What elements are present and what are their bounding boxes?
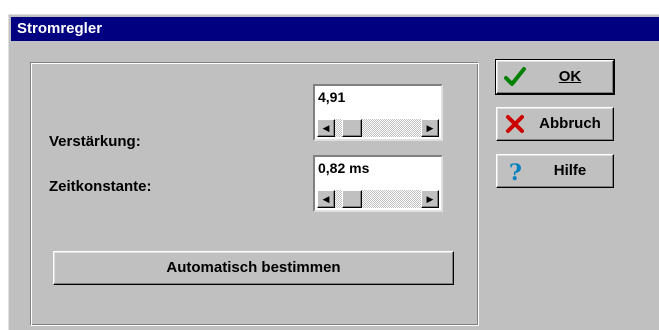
- gain-scrollbar[interactable]: ◀ ▶: [317, 119, 439, 137]
- time-constant-value[interactable]: 0,82 ms: [318, 160, 369, 176]
- ok-button[interactable]: OK: [495, 59, 615, 95]
- ok-label: OK: [558, 68, 582, 85]
- time-constant-field[interactable]: 0,82 ms ◀ ▶: [313, 155, 443, 212]
- time-constant-scroll-thumb[interactable]: [341, 190, 362, 208]
- gain-field[interactable]: 4,91 ◀ ▶: [313, 84, 443, 141]
- time-constant-scrollbar[interactable]: ◀ ▶: [317, 190, 439, 208]
- gain-value[interactable]: 4,91: [318, 89, 345, 105]
- red-x-icon: [506, 115, 524, 133]
- arrow-left-icon[interactable]: ◀: [317, 119, 335, 137]
- time-constant-label: Zeitkonstante:: [49, 178, 152, 195]
- arrow-right-icon[interactable]: ▶: [421, 119, 439, 137]
- svg-text:?: ?: [509, 160, 522, 183]
- arrow-right-icon[interactable]: ▶: [421, 190, 439, 208]
- question-mark-icon: ?: [509, 160, 522, 183]
- dialog-window: Stromregler Verstärkung: 4,91 ◀ ▶ Zeitko…: [8, 14, 659, 330]
- help-button[interactable]: ? Hilfe: [496, 154, 614, 188]
- title-bar[interactable]: Stromregler: [11, 17, 659, 41]
- gain-scroll-thumb[interactable]: [341, 119, 362, 137]
- auto-determine-label: Automatisch bestimmen: [166, 259, 341, 276]
- checkmark-icon: [504, 67, 526, 86]
- arrow-left-icon[interactable]: ◀: [317, 190, 335, 208]
- auto-determine-button[interactable]: Automatisch bestimmen: [53, 251, 454, 285]
- cancel-label: Abbruch: [539, 115, 601, 132]
- gain-label: Verstärkung:: [49, 133, 141, 150]
- window-title: Stromregler: [17, 20, 103, 37]
- cancel-button[interactable]: Abbruch: [496, 107, 614, 141]
- help-label: Hilfe: [553, 162, 587, 179]
